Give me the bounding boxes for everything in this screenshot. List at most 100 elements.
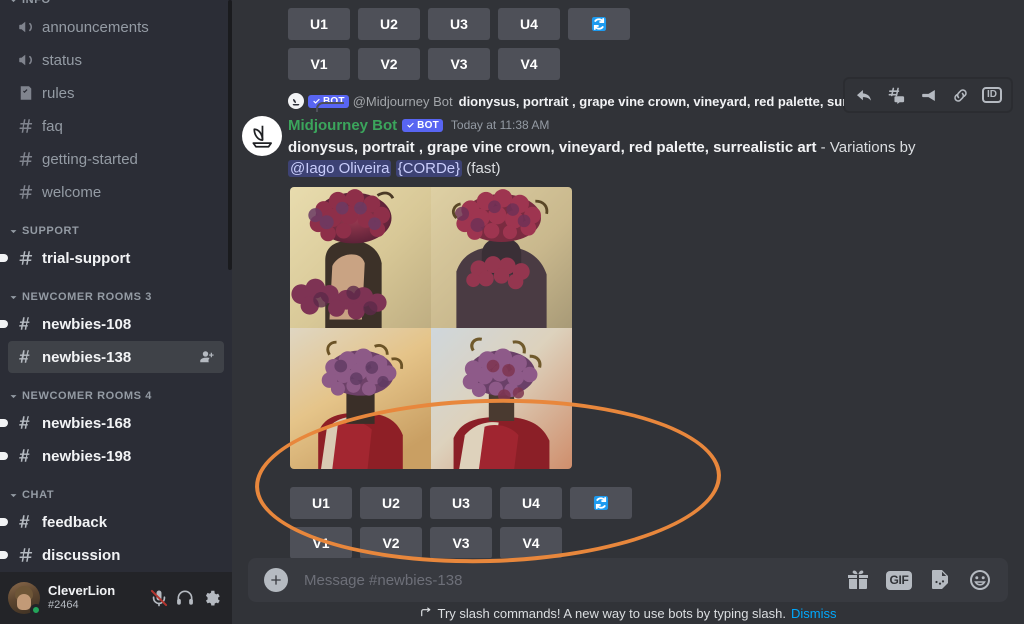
- mj-button-u4[interactable]: U4: [500, 487, 562, 519]
- gif-button[interactable]: GIF: [886, 570, 912, 590]
- category-label: NEWCOMER ROOMS 4: [22, 390, 152, 402]
- corde-mention[interactable]: {CORDe}: [395, 160, 463, 177]
- user-mention[interactable]: @Iago Oliveira: [288, 160, 392, 177]
- thread-hash-icon: [16, 314, 36, 334]
- mj-button-u2[interactable]: U2: [360, 487, 422, 519]
- previous-message-buttons: U1 U2 U3 U4 V1 V2 V3 V4: [232, 0, 1024, 90]
- mj-button-v4[interactable]: V4: [500, 527, 562, 559]
- sidebar-item-faq[interactable]: faq: [8, 110, 224, 142]
- user-meta[interactable]: CleverLion #2464: [48, 583, 146, 612]
- mj-button-v1[interactable]: V1: [288, 48, 350, 80]
- mj-button-u3[interactable]: U3: [430, 487, 492, 519]
- add-attachment-icon[interactable]: [264, 568, 288, 592]
- midjourney-avatar[interactable]: [242, 116, 282, 156]
- copy-id-button[interactable]: ID: [977, 81, 1007, 109]
- mj-button-u3[interactable]: U3: [428, 8, 490, 40]
- gift-button[interactable]: [846, 568, 870, 592]
- sticker-button[interactable]: [928, 568, 952, 592]
- reply-button[interactable]: [849, 81, 879, 109]
- reply-spine: [316, 102, 344, 112]
- channel-sidebar[interactable]: INFO announcements status rules faq getting-s…: [0, 0, 232, 624]
- reroll-icon[interactable]: [568, 8, 630, 40]
- create-thread-button[interactable]: [881, 81, 911, 109]
- unread-indicator: [0, 320, 8, 328]
- avatar[interactable]: [8, 582, 42, 616]
- mj-button-u1[interactable]: U1: [288, 8, 350, 40]
- discord-window: INFO announcements status rules faq getting-s…: [0, 0, 1024, 624]
- composer-area: GIF: [232, 558, 1024, 624]
- sidebar-item-newbies-168[interactable]: newbies-168: [0, 407, 224, 439]
- mj-button-u1[interactable]: U1: [290, 487, 352, 519]
- mj-button-v3[interactable]: V3: [428, 48, 490, 80]
- announcement-icon: [16, 50, 36, 70]
- mute-microphone-button[interactable]: [146, 585, 172, 611]
- message-composer[interactable]: GIF: [248, 558, 1008, 602]
- message-header: Midjourney Bot BOT Today at 11:38 AM: [288, 114, 1008, 136]
- mj-button-v3[interactable]: V3: [430, 527, 492, 559]
- thread-hash-icon: [16, 347, 36, 367]
- sidebar-item-getting-started[interactable]: getting-started: [8, 143, 224, 175]
- emoji-button[interactable]: [968, 568, 992, 592]
- sidebar-item-label: welcome: [42, 183, 102, 201]
- dismiss-link[interactable]: Dismiss: [791, 606, 837, 621]
- sidebar-item-announcements[interactable]: announcements: [8, 11, 224, 43]
- generated-image-grid[interactable]: [290, 187, 572, 469]
- grid-cell-1[interactable]: [290, 187, 431, 328]
- sidebar-item-discussion[interactable]: discussion: [0, 539, 224, 571]
- category-label: NEWCOMER ROOMS 3: [22, 291, 152, 303]
- search-input[interactable]: [304, 571, 846, 589]
- message-author[interactable]: Midjourney Bot: [288, 117, 397, 134]
- sidebar-item-newbies-108[interactable]: newbies-108: [0, 308, 224, 340]
- mj-button-u2[interactable]: U2: [358, 8, 420, 40]
- hash-icon: [16, 545, 36, 565]
- unread-indicator: [0, 518, 8, 526]
- mj-button-v2[interactable]: V2: [360, 527, 422, 559]
- midjourney-avatar-small: [288, 93, 304, 109]
- category-label: INFO: [22, 0, 51, 6]
- variation-button-row: V1 V2 V3 V4: [290, 527, 1008, 559]
- sidebar-item-label: newbies-198: [42, 447, 132, 465]
- reroll-icon[interactable]: [570, 487, 632, 519]
- sidebar-item-feedback[interactable]: feedback: [0, 506, 224, 538]
- mj-button-u4[interactable]: U4: [498, 8, 560, 40]
- sidebar-item-status[interactable]: status: [8, 44, 224, 76]
- category-header-chat[interactable]: CHAT: [0, 473, 232, 505]
- message-body: Midjourney Bot BOT Today at 11:38 AM dio…: [232, 112, 1008, 559]
- add-member-icon[interactable]: [198, 348, 216, 366]
- mj-button-v4[interactable]: V4: [498, 48, 560, 80]
- announcement-icon: [16, 17, 36, 37]
- reply-reference-text: dionysus, portrait , grape vine crown, v…: [458, 93, 888, 109]
- rules-icon: [16, 83, 36, 103]
- message-hover-toolbar[interactable]: ID: [844, 78, 1012, 112]
- mj-button-v1[interactable]: V1: [290, 527, 352, 559]
- copy-link-button[interactable]: [945, 81, 975, 109]
- upscale-button-row: U1 U2 U3 U4: [290, 487, 1008, 519]
- mark-unread-button[interactable]: [913, 81, 943, 109]
- grid-cell-3[interactable]: [290, 328, 431, 469]
- chevron-down-icon: [8, 391, 19, 402]
- message-speed: (fast): [462, 160, 501, 177]
- user-settings-button[interactable]: [198, 585, 224, 611]
- thread-hash-icon: [16, 512, 36, 532]
- deafen-button[interactable]: [172, 585, 198, 611]
- sidebar-item-label: newbies-168: [42, 414, 132, 432]
- sidebar-item-newbies-138[interactable]: newbies-138: [8, 341, 224, 373]
- category-header-newcomer-rooms-4[interactable]: NEWCOMER ROOMS 4: [0, 374, 232, 406]
- sidebar-item-label: getting-started: [42, 150, 138, 168]
- grid-cell-4[interactable]: [431, 328, 572, 469]
- message-content: dionysus, portrait , grape vine crown, v…: [288, 137, 948, 179]
- sidebar-item-welcome[interactable]: welcome: [8, 176, 224, 208]
- hash-icon: [16, 182, 36, 202]
- unread-indicator: [0, 551, 8, 559]
- sidebar-item-newbies-198[interactable]: newbies-198: [0, 440, 224, 472]
- category-header-support[interactable]: SUPPORT: [0, 209, 232, 241]
- upscale-button-row: U1 U2 U3 U4: [288, 8, 1024, 40]
- category-header-info[interactable]: INFO: [0, 0, 232, 10]
- chevron-down-icon: [8, 292, 19, 303]
- mj-button-v2[interactable]: V2: [358, 48, 420, 80]
- sidebar-item-rules[interactable]: rules: [8, 77, 224, 109]
- reply-reference-author[interactable]: @Midjourney Bot: [353, 94, 453, 109]
- grid-cell-2[interactable]: [431, 187, 572, 328]
- sidebar-item-trial-support[interactable]: trial-support: [0, 242, 224, 274]
- category-header-newcomer-rooms-3[interactable]: NEWCOMER ROOMS 3: [0, 275, 232, 307]
